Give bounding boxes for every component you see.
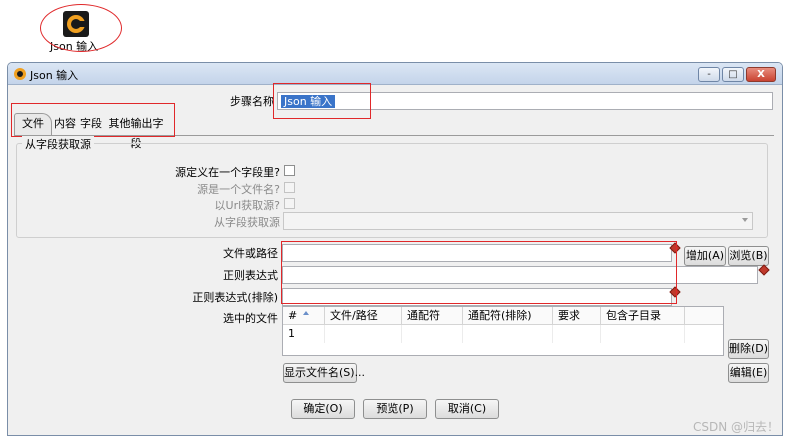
ok-button[interactable]: 确定(O) [291, 399, 355, 419]
chevron-down-icon [742, 218, 748, 222]
is-url-label: 以Url获取源? [214, 199, 280, 212]
is-filename-label: 源是一个文件名? [197, 183, 280, 196]
table-cell-file-path[interactable] [325, 325, 402, 343]
selected-files-label: 选中的文件 [223, 312, 278, 325]
table-header: # 文件/路径 通配符 通配符(排除) 要求 包含子目录 [283, 307, 723, 325]
cancel-button[interactable]: 取消(C) [435, 399, 499, 419]
highlight-ellipse [40, 4, 122, 52]
show-filenames-button[interactable]: 显示文件名(S)... [283, 363, 365, 383]
table-cell-wildcard-exclude[interactable] [463, 325, 553, 343]
file-path-label: 文件或路径 [223, 247, 278, 260]
preview-button[interactable]: 预览(P) [363, 399, 427, 419]
minimize-icon: - [707, 69, 711, 80]
column-header-include-subfolders[interactable]: 包含子目录 [601, 307, 685, 325]
variable-icon-regex [758, 264, 770, 276]
source-field-label: 从字段获取源 [214, 216, 280, 229]
add-button[interactable]: 增加(A) [684, 246, 726, 266]
window-title: Json 输入 [30, 69, 79, 82]
delete-button[interactable]: 删除(D) [728, 339, 769, 359]
source-group-title: 从字段获取源 [22, 136, 94, 152]
minimize-button[interactable]: - [698, 67, 720, 82]
highlight-box-file-inputs [281, 241, 677, 304]
table-cell-required[interactable] [553, 325, 601, 343]
step-name-label: 步骤名称 [230, 95, 274, 108]
browse-button[interactable]: 浏览(B) [728, 246, 769, 266]
defined-in-field-checkbox[interactable] [284, 165, 295, 176]
edit-button[interactable]: 编辑(E) [728, 363, 769, 383]
highlight-box-step-name [273, 83, 371, 119]
regex-exclude-label: 正则表达式(排除) [192, 291, 278, 304]
highlight-box-tabs [11, 103, 175, 137]
title-bar[interactable]: Json 输入 - □ X [8, 63, 782, 85]
column-header-required[interactable]: 要求 [553, 307, 601, 325]
table-cell-index[interactable]: 1 [283, 325, 325, 343]
close-button[interactable]: X [746, 67, 776, 82]
restore-icon: □ [728, 69, 738, 80]
source-field-combo[interactable] [283, 212, 753, 230]
json-input-icon [14, 68, 26, 80]
json-input-dialog: Json 输入 - □ X 步骤名称 Json 输入 文件 内容 字段 其他输出… [7, 62, 783, 436]
regex-label: 正则表达式 [223, 269, 278, 282]
table-cell-include-subfolders[interactable] [601, 325, 685, 343]
column-header-file-path[interactable]: 文件/路径 [325, 307, 402, 325]
is-url-checkbox[interactable] [284, 198, 295, 209]
watermark: CSDN @归去！ [692, 420, 779, 434]
close-icon: X [757, 69, 765, 80]
column-header-index[interactable]: # [283, 307, 325, 325]
column-header-wildcard-exclude[interactable]: 通配符(排除) [463, 307, 553, 325]
is-filename-checkbox[interactable] [284, 182, 295, 193]
defined-in-field-label: 源定义在一个字段里? [175, 166, 280, 179]
restore-button[interactable]: □ [722, 67, 744, 82]
table-cell-wildcard[interactable] [402, 325, 463, 343]
column-header-wildcard[interactable]: 通配符 [402, 307, 463, 325]
selected-files-table[interactable]: # 文件/路径 通配符 通配符(排除) 要求 包含子目录 1 [282, 306, 724, 356]
sort-ascending-icon [303, 311, 309, 315]
